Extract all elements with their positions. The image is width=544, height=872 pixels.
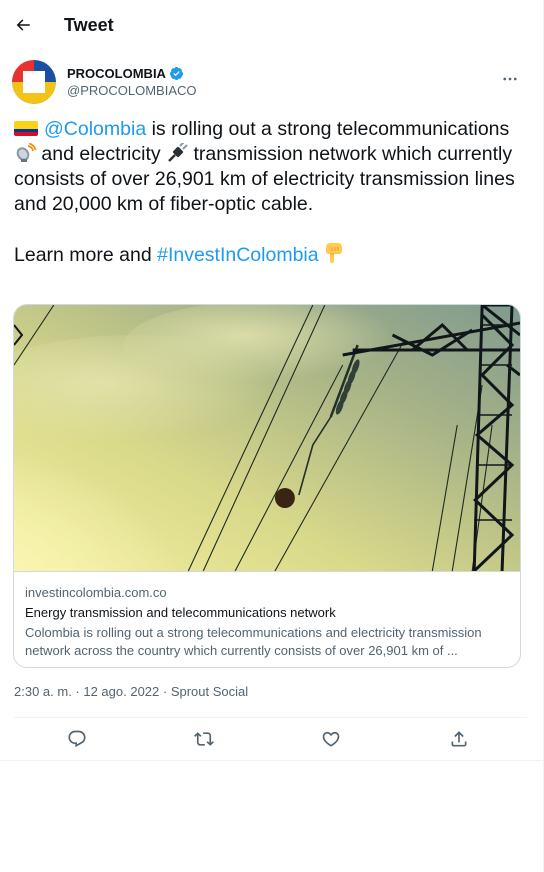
author-name-line[interactable]: PROCOLOMBIA [67, 65, 197, 82]
procolombia-logo-icon [12, 60, 56, 104]
learn-more-text: Learn more and [14, 244, 158, 266]
tweet-page: Tweet PROCOLOMBIA @PROCOLOMBIACO @Colomb… [0, 0, 544, 872]
reply-button[interactable] [66, 728, 88, 750]
page-title: Tweet [64, 14, 114, 35]
hashtag-link[interactable]: #InvestInColombia [157, 244, 319, 266]
back-button[interactable] [12, 14, 34, 36]
card-domain: investincolombia.com.co [25, 585, 167, 600]
tweet-meta[interactable]: 2:30 a. m. · 12 ago. 2022 · Sprout Socia… [14, 684, 248, 699]
more-button[interactable] [501, 70, 519, 91]
tweet-text: @Colombia is rolling out a strong teleco… [14, 117, 526, 268]
bottom-divider [0, 760, 543, 761]
like-button[interactable] [320, 728, 342, 750]
share-button[interactable] [448, 728, 470, 750]
tweet-paragraph-2: Learn more and #InvestInColombia [14, 242, 526, 268]
retweet-icon [194, 732, 214, 746]
author-names: PROCOLOMBIA @PROCOLOMBIACO [67, 65, 197, 99]
share-icon [451, 731, 467, 747]
reply-icon [68, 730, 86, 748]
arrow-left-icon [16, 19, 30, 31]
electric-plug-icon [168, 143, 188, 162]
header: Tweet [0, 0, 543, 50]
author-row: PROCOLOMBIA @PROCOLOMBIACO [12, 58, 527, 106]
tweet-paragraph-1: @Colombia is rolling out a strong teleco… [14, 117, 526, 217]
card-image[interactable] [14, 305, 520, 571]
pointing-down-hand-icon [326, 243, 343, 263]
mention-link[interactable]: @Colombia [44, 118, 146, 140]
action-bar [0, 718, 543, 760]
verified-badge-icon [169, 66, 184, 81]
more-horizontal-icon [503, 77, 517, 81]
card-title: Energy transmission and telecommunicatio… [25, 605, 336, 620]
tweet-text-segment-1: is rolling out a strong telecommunicatio… [146, 118, 510, 140]
colombia-flag-icon [14, 121, 38, 136]
card-info[interactable]: investincolombia.com.co Energy transmiss… [14, 571, 520, 660]
tweet-text-segment-2: and electricity [36, 143, 167, 165]
card-description: Colombia is rolling out a strong telecom… [25, 625, 482, 658]
author-name[interactable]: PROCOLOMBIA [67, 65, 166, 82]
link-card[interactable]: investincolombia.com.co Energy transmiss… [13, 304, 521, 668]
author-handle[interactable]: @PROCOLOMBIACO [67, 82, 197, 99]
retweet-button[interactable] [193, 728, 215, 750]
avatar[interactable] [12, 60, 56, 104]
satellite-antenna-icon [16, 143, 36, 162]
like-icon [322, 731, 340, 747]
